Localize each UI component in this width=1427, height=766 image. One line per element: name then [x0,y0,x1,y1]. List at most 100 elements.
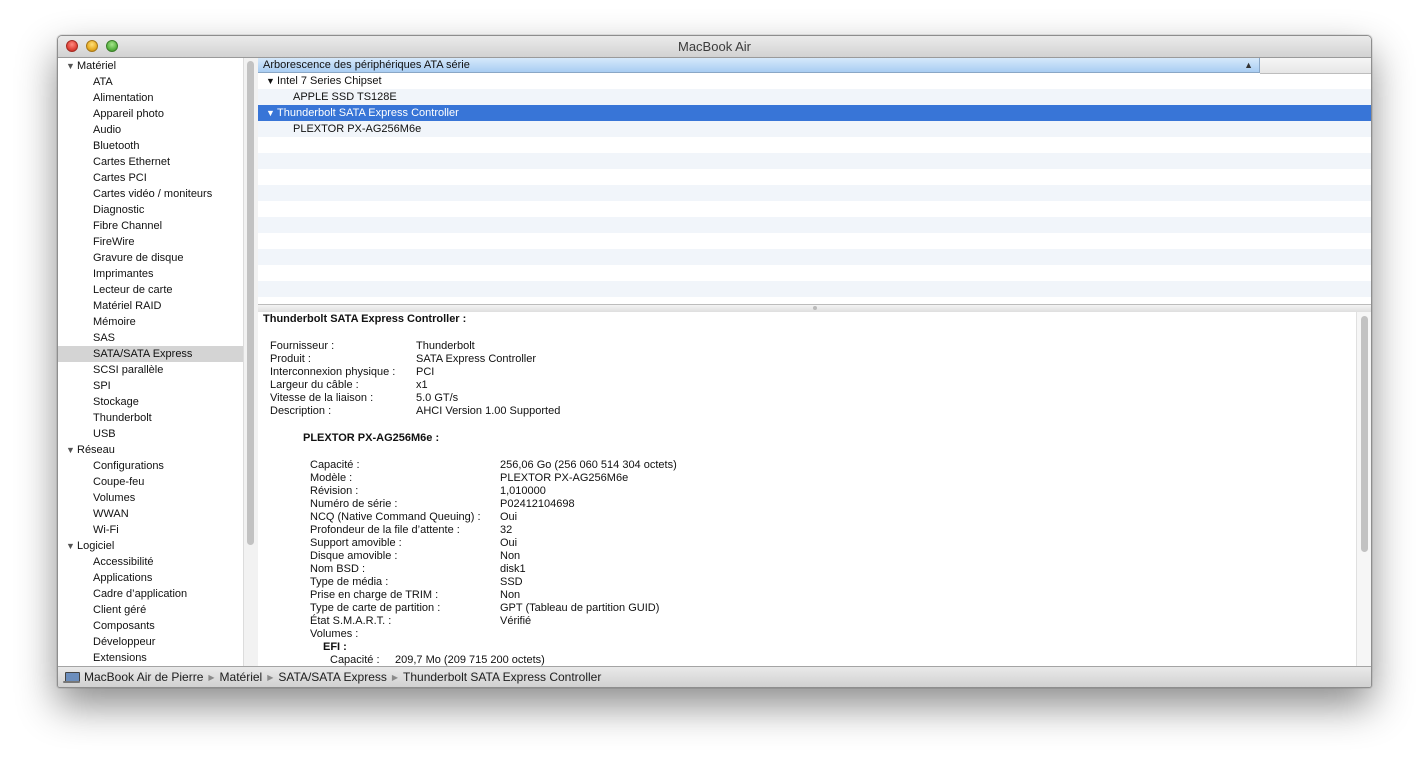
sidebar-group[interactable]: ▼ Matériel [58,58,243,74]
breadcrumb-item[interactable]: Thunderbolt SATA Express Controller [403,670,601,684]
tree-row[interactable]: ▼ Thunderbolt SATA Express Controller [258,105,1371,121]
sidebar-group[interactable]: ▼ Logiciel [58,538,243,554]
sidebar-item-label: Lecteur de carte [93,284,173,296]
tree-row-label: Intel 7 Series Chipset [277,75,382,87]
property-value: GPT (Tableau de partition GUID) [500,602,660,614]
breadcrumb-item[interactable]: SATA/SATA Express [278,670,386,684]
sidebar-item[interactable]: Appareil photo [58,106,243,122]
sidebar-item[interactable]: Fibre Channel [58,218,243,234]
property-value: SATA Express Controller [416,353,537,365]
sidebar-item[interactable]: Extensions [58,650,243,666]
sidebar-item[interactable]: Accessibilité [58,554,243,570]
tree-header-label: Arborescence des périphériques ATA série [263,59,470,71]
property-value: x1 [416,379,428,391]
disclosure-triangle-icon[interactable]: ▼ [66,442,77,458]
property-label: Vitesse de la liaison : [270,392,374,404]
sidebar-item[interactable]: FireWire [58,234,243,250]
property-label: Type de carte de partition : [310,602,441,614]
sidebar-item[interactable]: Cartes vidéo / moniteurs [58,186,243,202]
property-label: Support amovible : [310,537,402,549]
sidebar-item-label: USB [93,428,116,440]
property-value: 256,06 Go (256 060 514 304 octets) [500,459,677,471]
sidebar-item-label: Client géré [93,604,147,616]
sidebar-item[interactable]: USB [58,426,243,442]
sidebar-item[interactable]: Bluetooth [58,138,243,154]
sidebar-item[interactable]: Diagnostic [58,202,243,218]
sidebar-item[interactable]: Configurations [58,458,243,474]
sidebar-item[interactable]: Lecteur de carte [58,282,243,298]
tree-column-header[interactable]: Arborescence des périphériques ATA série… [258,58,1260,73]
disclosure-triangle-icon[interactable]: ▼ [66,58,77,74]
sidebar-item[interactable]: Client géré [58,602,243,618]
sidebar-item-label: Wi-Fi [93,524,119,536]
sidebar-item[interactable]: ATA [58,74,243,90]
tree-header-filler [1260,58,1371,74]
sidebar-item[interactable]: Matériel RAID [58,298,243,314]
sidebar-item[interactable]: Alimentation [58,90,243,106]
sidebar-item[interactable]: SCSI parallèle [58,362,243,378]
property-value: SSD [500,576,523,588]
property-label: Capacité : [330,654,380,666]
tree-row-empty [258,137,1371,153]
tree-row[interactable]: ▼ Intel 7 Series Chipset [258,73,1371,89]
sidebar-scrollbar[interactable] [243,58,259,666]
sidebar-item-label: FireWire [93,236,135,248]
breadcrumb-separator-icon: ▶ [267,673,274,682]
sidebar-item[interactable]: Thunderbolt [58,410,243,426]
sidebar-scroll-thumb[interactable] [247,61,254,545]
property-label: NCQ (Native Command Queuing) : [310,511,481,523]
sidebar-item[interactable]: SAS [58,330,243,346]
sidebar-item[interactable]: Composants [58,618,243,634]
sidebar-item[interactable]: Mémoire [58,314,243,330]
sidebar-item-label: Applications [93,572,153,584]
sidebar-item[interactable]: Imprimantes [58,266,243,282]
sidebar-group[interactable]: ▼ Réseau [58,442,243,458]
detail-scrollbar[interactable] [1356,312,1371,666]
sidebar-item[interactable]: Développeur [58,634,243,650]
sidebar-item[interactable]: Cadre d’application [58,586,243,602]
sidebar-item[interactable]: Wi-Fi [58,522,243,538]
breadcrumb: MacBook Air de Pierre ▶ Matériel ▶ SATA/SATA… [84,667,601,687]
property-value: 5.0 GT/s [416,392,459,404]
tree-row[interactable]: APPLE SSD TS128E [258,89,1371,105]
splitter-handle-icon [813,306,817,310]
title-bar: MacBook Air [58,36,1371,58]
sidebar-item[interactable]: Audio [58,122,243,138]
sidebar-item-label: SPI [93,380,111,392]
laptop-icon [63,672,80,683]
breadcrumb-item[interactable]: MacBook Air de Pierre [84,670,203,684]
sidebar-item[interactable]: Gravure de disque [58,250,243,266]
disclosure-triangle-icon[interactable]: ▼ [66,538,77,554]
detail-pane: Thunderbolt SATA Express Controller : Fo… [258,312,1356,666]
sidebar-item-label: Fibre Channel [93,220,163,232]
device-title: PLEXTOR PX-AG256M6e : [303,432,440,444]
sidebar-item[interactable]: Cartes Ethernet [58,154,243,170]
sidebar-item[interactable]: Stockage [58,394,243,410]
sidebar-item[interactable]: SATA/SATA Express [58,346,243,362]
disclosure-triangle-icon[interactable]: ▼ [266,105,277,121]
property-value: 32 [500,524,513,536]
tree-row[interactable]: PLEXTOR PX-AG256M6e [258,121,1371,137]
sidebar-item-label: Alimentation [93,92,154,104]
sidebar-item-label: Développeur [93,636,156,648]
disclosure-triangle-icon[interactable]: ▼ [266,73,277,89]
property-value: Non [500,589,521,601]
property-label: Largeur du câble : [270,379,359,391]
sidebar-item-label: ATA [93,76,113,88]
sidebar-item[interactable]: Coupe-feu [58,474,243,490]
sidebar-item-label: SATA/SATA Express [93,348,193,360]
sidebar-item[interactable]: SPI [58,378,243,394]
property-value: AHCI Version 1.00 Supported [416,405,561,417]
detail-scroll-thumb[interactable] [1361,316,1368,552]
volume-title: EFI : [323,641,347,653]
sidebar-item[interactable]: Applications [58,570,243,586]
detail-title: Thunderbolt SATA Express Controller : [263,313,467,325]
sidebar-item[interactable]: Cartes PCI [58,170,243,186]
sidebar-item[interactable]: Volumes [58,490,243,506]
property-value: Oui [500,537,518,549]
property-value: 209,7 Mo (209 715 200 octets) [395,654,545,666]
property-label: État S.M.A.R.T. : [310,615,392,627]
sidebar-item[interactable]: WWAN [58,506,243,522]
sidebar-item-label: Coupe-feu [93,476,145,488]
breadcrumb-item[interactable]: Matériel [220,670,263,684]
